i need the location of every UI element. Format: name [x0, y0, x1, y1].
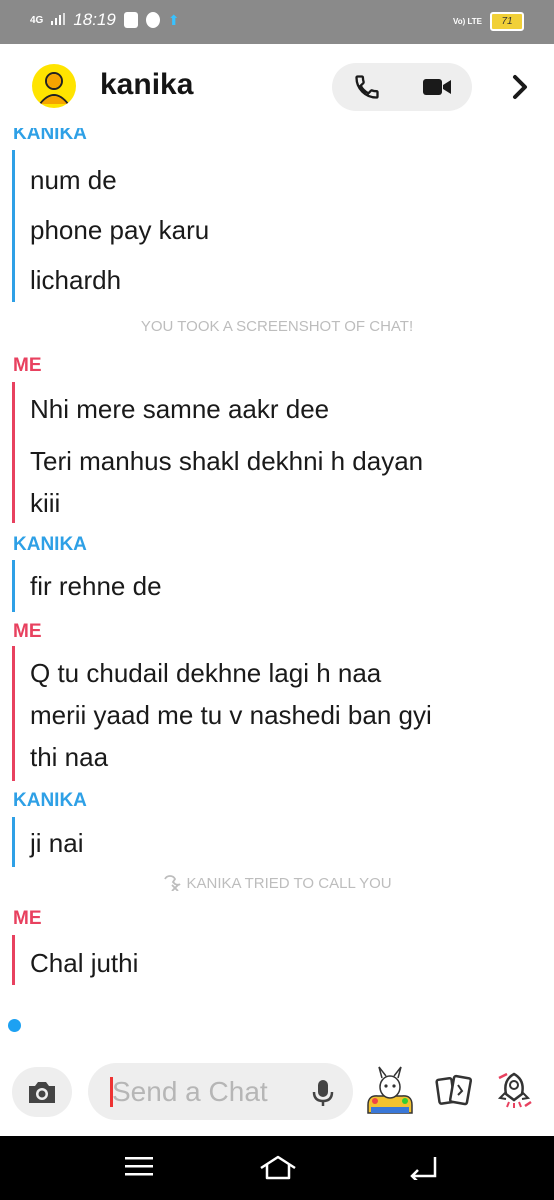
sync-icon: [145, 12, 160, 28]
system-message-text: KANIKA TRIED TO CALL YOU: [186, 875, 392, 892]
message-bar: [12, 935, 15, 985]
message-text: lichardh: [30, 265, 122, 295]
upload-icon: ⬆: [167, 11, 180, 28]
menu-icon[interactable]: [124, 1154, 154, 1183]
cards-icon[interactable]: [434, 1073, 474, 1114]
notification-icon: [123, 12, 138, 28]
rocket-icon[interactable]: [495, 1070, 533, 1115]
avatar-icon[interactable]: [32, 64, 76, 108]
message-text: Nhi mere samne aakr dee: [30, 394, 330, 424]
message-text: kiii: [30, 488, 61, 518]
status-time: 18:19: [73, 10, 116, 29]
chat-input-placeholder: Send a Chat: [112, 1076, 268, 1107]
system-message: YOU TOOK A SCREENSHOT OF CHAT!: [140, 318, 414, 335]
message-text: phone pay karu: [30, 215, 210, 245]
message-text: Chal juthi: [30, 948, 139, 978]
chat-header: kanika: [0, 44, 554, 128]
status-left: 4G 18:19 ⬆: [30, 10, 180, 30]
camera-icon[interactable]: [12, 1067, 72, 1117]
navigation-bar: [0, 1136, 554, 1200]
chevron-right-icon[interactable]: [505, 72, 535, 102]
message-text: fir rehne de: [30, 571, 162, 601]
message-bar: [12, 817, 15, 867]
sender-label: ME: [13, 621, 42, 642]
message-bar: [12, 560, 15, 612]
phone-icon[interactable]: [332, 63, 402, 111]
home-icon[interactable]: [258, 1154, 298, 1187]
video-camera-icon[interactable]: [402, 63, 472, 111]
message-text: num de: [30, 165, 117, 195]
compose-bar: Send a Chat: [0, 1043, 554, 1136]
chat-input[interactable]: Send a Chat: [88, 1063, 353, 1120]
status-bar: 4G 18:19 ⬆ Vo) LTE 71: [0, 0, 554, 44]
call-actions: [332, 63, 472, 111]
back-icon[interactable]: [408, 1154, 438, 1185]
message-bar: [12, 646, 15, 781]
contact-name[interactable]: kanika: [100, 68, 193, 102]
typing-indicator: [8, 1019, 21, 1032]
battery-icon: 71: [490, 12, 524, 31]
bitmoji-icon[interactable]: [365, 1065, 415, 1117]
message-text: thi naa: [30, 742, 109, 772]
sender-label: ME: [13, 355, 42, 376]
status-right: Vo) LTE 71: [453, 12, 524, 31]
signal-icon: [51, 10, 66, 30]
sender-label: KANIKA: [13, 534, 87, 555]
message-text: Q tu chudail dekhne lagi h naa: [30, 658, 382, 688]
message-text: ji nai: [30, 828, 84, 858]
microphone-icon[interactable]: [310, 1078, 336, 1113]
message-text: Teri manhus shakl dekhni h dayan: [30, 446, 424, 476]
sender-label: KANIKA: [13, 128, 87, 144]
message-bar: [12, 150, 15, 302]
sender-label: ME: [13, 908, 42, 929]
volte-indicator: Vo) LTE: [452, 16, 482, 26]
message-bar: [12, 382, 15, 523]
missed-call-icon: [162, 875, 186, 892]
message-text: merii yaad me tu v nashedi ban gyi: [30, 700, 432, 730]
system-message: KANIKA TRIED TO CALL YOU: [0, 873, 554, 892]
message-list[interactable]: KANIKA num de phone pay karu lichardh YO…: [0, 128, 554, 1043]
network-indicator: 4G: [30, 14, 44, 26]
sender-label: KANIKA: [13, 790, 87, 811]
